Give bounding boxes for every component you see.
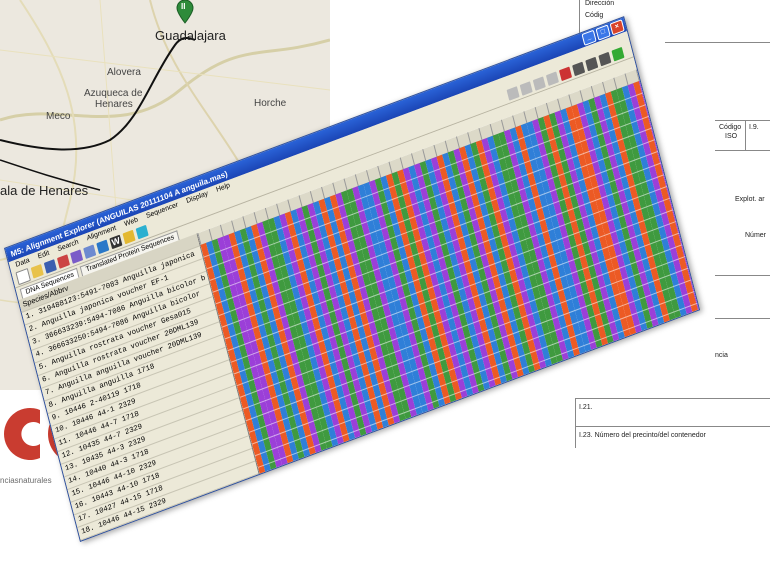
form-label-i21: I.21.	[579, 404, 593, 411]
highlight-icon[interactable]	[611, 46, 625, 62]
clustalw-icon[interactable]: W	[109, 234, 123, 250]
ruler-tick	[354, 174, 359, 187]
ruler-tick	[298, 195, 303, 208]
ruler-tick	[343, 178, 348, 191]
find-next-icon[interactable]	[585, 56, 599, 72]
ruler-tick	[489, 123, 494, 136]
print-icon[interactable]	[56, 254, 71, 269]
map-label-horche: Horche	[254, 98, 287, 109]
logo-subtext: nciasnaturales	[0, 476, 52, 485]
form-label-codigo: Códig	[585, 12, 604, 19]
ruler-tick	[399, 157, 404, 170]
map-label-guadalajara: Guadalajara	[155, 28, 226, 43]
ruler-tick	[557, 98, 562, 111]
ruler-tick	[624, 73, 629, 86]
ruler-tick	[568, 94, 573, 107]
map-label-henares: Henares	[95, 99, 133, 110]
ruler-tick	[231, 220, 236, 233]
protein-icon[interactable]	[83, 244, 97, 259]
ruler-tick	[478, 127, 483, 140]
delete-icon[interactable]	[545, 71, 559, 86]
map-label-azuqueca: Azuqueca de	[84, 88, 143, 99]
ruler-tick	[321, 186, 326, 199]
ruler-tick	[422, 148, 427, 161]
map-label-meco: Meco	[46, 111, 71, 122]
find-prev-icon[interactable]	[598, 51, 612, 67]
mark-icon[interactable]	[559, 66, 573, 82]
form-label-i23: I.23. Número del precinto/del contenedor	[579, 432, 706, 439]
ruler-tick	[287, 199, 292, 212]
ruler-tick	[613, 77, 618, 90]
ruler-tick	[332, 182, 337, 195]
ruler-tick	[242, 216, 247, 229]
form-label-ncia: ncia	[715, 352, 728, 359]
ruler-tick	[410, 153, 415, 166]
sequencer-icon[interactable]	[135, 224, 149, 240]
ruler-tick	[264, 207, 269, 220]
ruler-tick	[590, 85, 595, 98]
ruler-tick	[512, 115, 517, 128]
ruler-tick	[500, 119, 505, 132]
muscle-icon[interactable]	[96, 239, 110, 255]
form-label-direccion: Dirección	[585, 0, 615, 7]
cut-icon[interactable]	[532, 76, 546, 91]
undo-icon[interactable]	[506, 86, 520, 101]
binoculars-icon[interactable]	[572, 61, 586, 77]
ruler-tick	[366, 169, 370, 182]
ruler-tick	[523, 111, 528, 124]
ruler-tick	[219, 224, 224, 237]
map-pin-label: II	[181, 2, 186, 11]
ruler-tick	[433, 144, 438, 157]
form-label-numero: Númer	[745, 232, 767, 239]
ruler-tick	[545, 102, 550, 115]
web-icon[interactable]	[122, 229, 136, 245]
form-label-iso: ISO	[725, 133, 738, 140]
ruler-tick	[444, 140, 449, 153]
map-label-alcala: ala de Henares	[0, 183, 89, 198]
copy-icon[interactable]	[519, 81, 533, 96]
ruler-tick	[377, 165, 382, 178]
ruler-tick	[208, 228, 213, 241]
dna-icon[interactable]	[70, 249, 84, 264]
ruler-tick	[388, 161, 393, 174]
ruler-tick	[534, 106, 539, 119]
form-label-explot: Explot. ar	[735, 196, 765, 203]
form-label-i9: I.9.	[749, 124, 759, 131]
ruler-tick	[309, 190, 314, 203]
map-label-alovera: Alovera	[107, 67, 141, 78]
ruler-tick	[467, 132, 472, 145]
open-folder-icon[interactable]	[30, 264, 44, 279]
save-icon[interactable]	[43, 259, 57, 274]
ruler-tick	[455, 136, 460, 149]
ruler-tick	[602, 81, 607, 94]
ruler-tick	[579, 90, 584, 103]
ruler-tick	[253, 211, 258, 224]
map-pin-icon[interactable]: II	[176, 0, 194, 24]
ruler-tick	[276, 203, 281, 216]
form-label-codigo-iso: Código	[719, 124, 742, 131]
